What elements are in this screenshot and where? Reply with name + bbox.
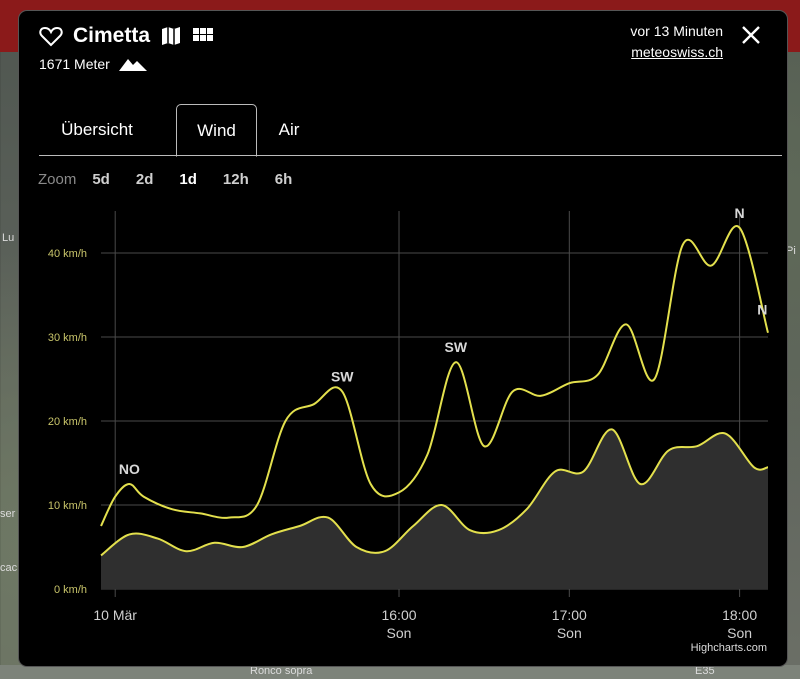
chart-credit[interactable]: Highcharts.com (691, 642, 767, 654)
station-panel: Cimetta 1671 Meter vor 13 Minuten meteos… (18, 10, 788, 667)
map-bottom-bar (0, 665, 800, 679)
x-tick-label: 16:00 (381, 607, 416, 623)
y-tick-label: 10 km/h (48, 500, 87, 512)
x-tick-label: 17:00 (552, 607, 587, 623)
y-tick-label: 0 km/h (54, 584, 87, 596)
wind-direction-label: N (735, 205, 745, 221)
wind-direction-label: NO (119, 461, 140, 477)
map-label: ser (0, 508, 16, 520)
wind-direction-label: SW (331, 369, 354, 385)
wind-direction-label: N (757, 301, 767, 317)
map-label: cac (0, 562, 18, 574)
y-tick-label: 40 km/h (48, 248, 87, 260)
x-tick-label: 18:00 (722, 607, 757, 623)
wind-average-area (101, 429, 768, 589)
x-tick-sublabel: Son (727, 625, 752, 641)
x-tick-label: 10 Mär (93, 607, 137, 623)
x-tick-sublabel: Son (557, 625, 582, 641)
y-tick-label: 30 km/h (48, 332, 87, 344)
map-label: Lu (2, 232, 15, 244)
wind-direction-label: SW (445, 339, 468, 355)
y-tick-label: 20 km/h (48, 416, 87, 428)
x-tick-sublabel: Son (387, 625, 412, 641)
wind-chart: 0 km/h 10 km/h 20 km/h 30 km/h 40 km/h 10 Mär… (48, 205, 769, 641)
